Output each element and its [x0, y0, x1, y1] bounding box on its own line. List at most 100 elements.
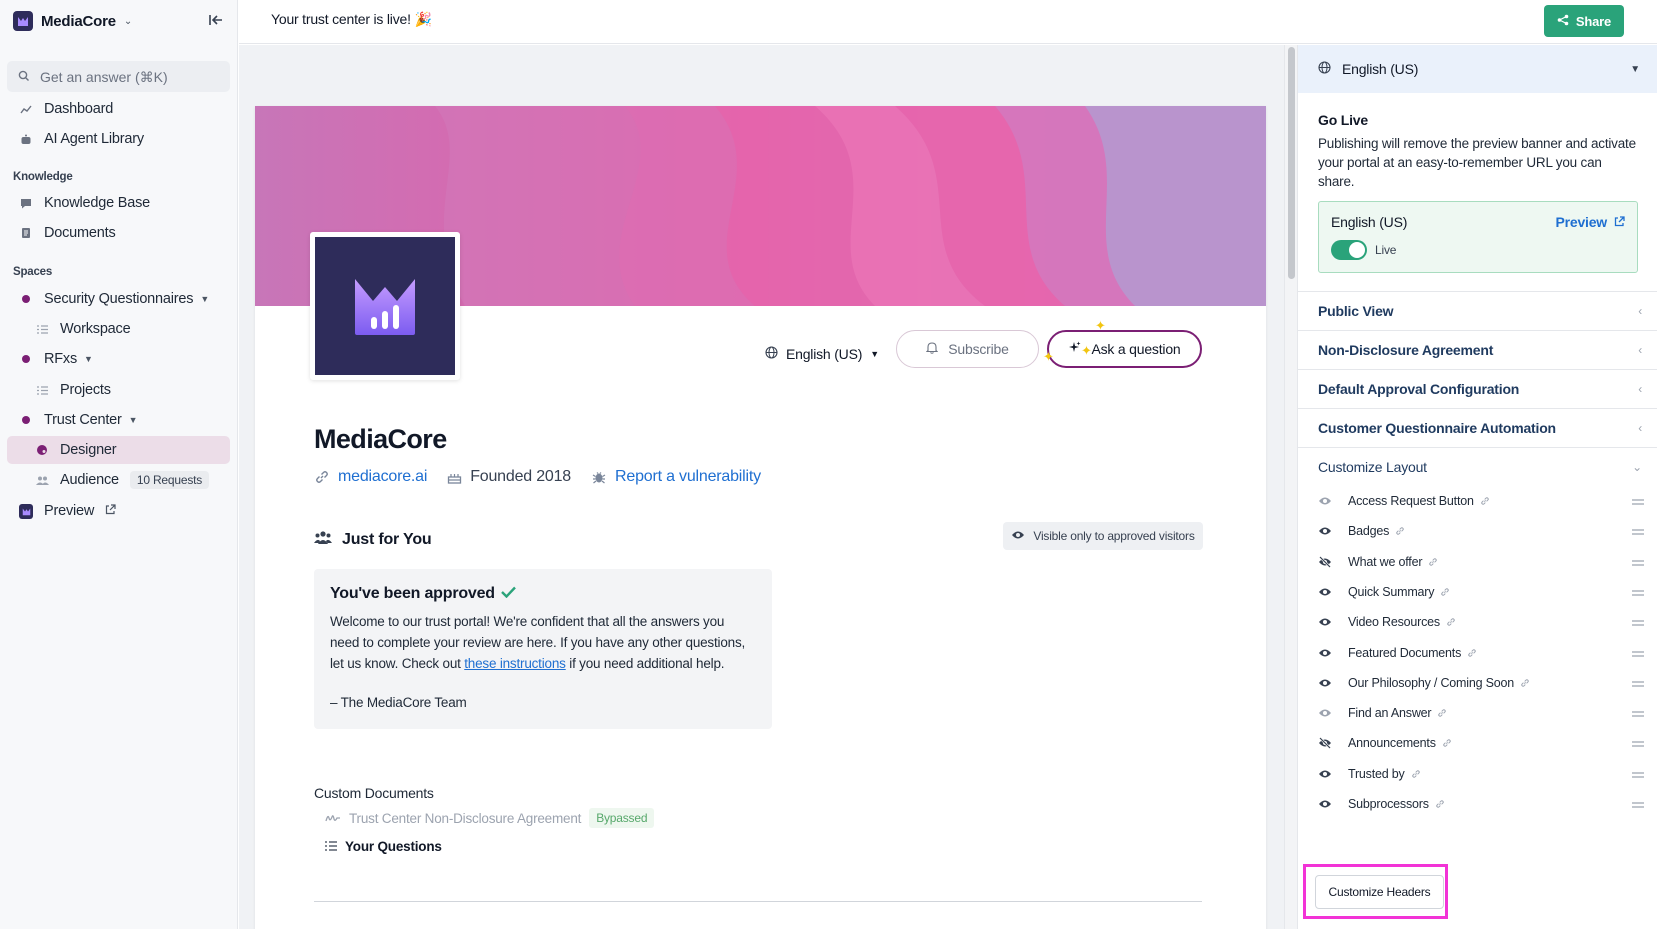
sidebar-item-projects[interactable]: Projects	[7, 376, 230, 404]
layout-item[interactable]: Access Request Button	[1298, 486, 1657, 516]
purple-dot-icon	[19, 416, 33, 424]
eye-icon[interactable]	[1318, 617, 1334, 627]
section-nda[interactable]: Non-Disclosure Agreement ‹	[1298, 330, 1657, 369]
company-name: MediaCore	[314, 424, 447, 454]
eye-icon[interactable]	[1318, 708, 1334, 718]
drag-handle-icon[interactable]	[1632, 524, 1644, 538]
sidebar-item-designer[interactable]: Designer	[7, 436, 230, 464]
drag-handle-icon[interactable]	[1632, 585, 1644, 599]
caret-down-icon: ▼	[1630, 63, 1640, 75]
layout-item[interactable]: What we offer	[1298, 547, 1657, 577]
just-for-you-label: Just for You	[342, 531, 432, 548]
ask-question-button[interactable]: Ask a question	[1047, 330, 1202, 368]
sidebar-item-knowledge-base[interactable]: Knowledge Base	[7, 189, 230, 217]
drag-handle-icon[interactable]	[1632, 767, 1644, 781]
link-icon[interactable]	[1437, 708, 1447, 718]
sidebar-item-workspace[interactable]: Workspace	[7, 315, 230, 343]
drag-handle-icon[interactable]	[1632, 797, 1644, 811]
layout-item[interactable]: Subprocessors	[1298, 789, 1657, 819]
language-label: English (US)	[786, 346, 863, 362]
eye-icon[interactable]	[1318, 769, 1334, 779]
chevron-left-icon: ‹	[1638, 304, 1642, 318]
eye-icon[interactable]	[1318, 799, 1334, 809]
caret-down-icon[interactable]: ▼	[84, 354, 93, 364]
subscribe-label: Subscribe	[948, 341, 1009, 357]
section-label: Public View	[1318, 303, 1394, 319]
live-toggle[interactable]	[1331, 240, 1367, 260]
website-link[interactable]: mediacore.ai	[338, 468, 427, 486]
drag-handle-icon[interactable]	[1632, 494, 1644, 508]
robot-icon	[19, 134, 33, 145]
section-questionnaire-automation[interactable]: Customer Questionnaire Automation ‹	[1298, 408, 1657, 447]
layout-item[interactable]: Quick Summary	[1298, 577, 1657, 607]
nda-document-row[interactable]: Trust Center Non-Disclosure Agreement By…	[325, 808, 655, 828]
palette-icon	[35, 444, 49, 456]
layout-item[interactable]: Trusted by	[1298, 759, 1657, 789]
sidebar-item-documents[interactable]: Documents	[7, 219, 230, 247]
sidebar-item-dashboard[interactable]: Dashboard	[7, 95, 230, 123]
live-language-label: English (US)	[1331, 214, 1408, 230]
sidebar-item-security-questionnaires[interactable]: Security Questionnaires ▼	[7, 285, 230, 313]
company-logo	[310, 232, 460, 380]
drag-handle-icon[interactable]	[1632, 736, 1644, 750]
link-icon[interactable]	[1446, 617, 1456, 627]
drag-handle-icon[interactable]	[1632, 555, 1644, 569]
link-icon[interactable]	[1520, 678, 1530, 688]
search-input[interactable]	[40, 68, 210, 85]
drag-handle-icon[interactable]	[1632, 646, 1644, 660]
layout-item[interactable]: Find an Answer	[1298, 698, 1657, 728]
link-icon[interactable]	[1395, 526, 1405, 536]
caret-down-icon[interactable]: ▼	[200, 294, 209, 304]
eye-off-icon[interactable]	[1318, 737, 1334, 750]
workspace-switcher[interactable]: MediaCore ⌄	[13, 11, 132, 31]
canvas-scrollbar[interactable]	[1284, 45, 1297, 929]
link-icon[interactable]	[1435, 799, 1445, 809]
subscribe-button[interactable]: Subscribe	[896, 330, 1039, 368]
section-default-approval[interactable]: Default Approval Configuration ‹	[1298, 369, 1657, 408]
section-customize-layout[interactable]: Customize Layout ⌄	[1298, 447, 1657, 486]
sidebar-item-label: Designer	[60, 442, 117, 458]
layout-item[interactable]: Badges	[1298, 516, 1657, 546]
eye-icon[interactable]	[1318, 678, 1334, 688]
link-icon[interactable]	[1411, 769, 1421, 779]
layout-item[interactable]: Announcements	[1298, 728, 1657, 758]
sidebar-item-audience[interactable]: Audience 10 Requests	[7, 466, 230, 494]
globe-icon	[1318, 61, 1331, 77]
report-vulnerability-link[interactable]: Report a vulnerability	[615, 468, 761, 486]
layout-item-label: Quick Summary	[1348, 584, 1435, 599]
layout-item[interactable]: Our Philosophy / Coming Soon	[1298, 668, 1657, 698]
layout-item[interactable]: Video Resources	[1298, 607, 1657, 637]
sidebar-item-preview[interactable]: Preview	[7, 497, 230, 525]
sidebar-item-ai-agent-library[interactable]: AI Agent Library	[7, 125, 230, 153]
panel-language-selector[interactable]: English (US) ▼	[1298, 45, 1657, 93]
share-button[interactable]: Share	[1544, 5, 1624, 37]
link-icon[interactable]	[1467, 648, 1477, 658]
drag-handle-icon[interactable]	[1632, 676, 1644, 690]
eye-icon[interactable]	[1318, 496, 1334, 506]
sidebar-item-rfxs[interactable]: RFxs ▼	[7, 345, 230, 373]
link-icon[interactable]	[1440, 587, 1450, 597]
drag-handle-icon[interactable]	[1632, 706, 1644, 720]
eye-icon[interactable]	[1318, 587, 1334, 597]
link-icon[interactable]	[1480, 496, 1490, 506]
eye-off-icon[interactable]	[1318, 555, 1334, 568]
collapse-sidebar-icon[interactable]	[206, 10, 226, 30]
drag-handle-icon[interactable]	[1632, 615, 1644, 629]
sidebar-item-trust-center[interactable]: Trust Center ▼	[7, 406, 230, 434]
eye-icon[interactable]	[1318, 648, 1334, 658]
bypassed-badge: Bypassed	[589, 808, 655, 828]
just-for-you-heading: Just for You	[314, 531, 432, 549]
preview-link[interactable]: Preview	[1555, 214, 1625, 230]
your-questions-row[interactable]: Your Questions	[325, 839, 442, 854]
link-icon[interactable]	[1442, 738, 1452, 748]
instructions-link[interactable]: these instructions	[464, 656, 566, 671]
section-public-view[interactable]: Public View ‹	[1298, 291, 1657, 330]
eye-icon[interactable]	[1318, 526, 1334, 536]
caret-down-icon[interactable]: ▼	[129, 415, 138, 425]
link-icon[interactable]	[1428, 557, 1438, 567]
customize-headers-button[interactable]: Customize Headers	[1315, 875, 1444, 909]
layout-item[interactable]: Featured Documents	[1298, 638, 1657, 668]
search-box[interactable]	[7, 61, 230, 92]
language-selector[interactable]: English (US) ▼	[765, 346, 879, 362]
scroll-thumb[interactable]	[1288, 47, 1295, 279]
